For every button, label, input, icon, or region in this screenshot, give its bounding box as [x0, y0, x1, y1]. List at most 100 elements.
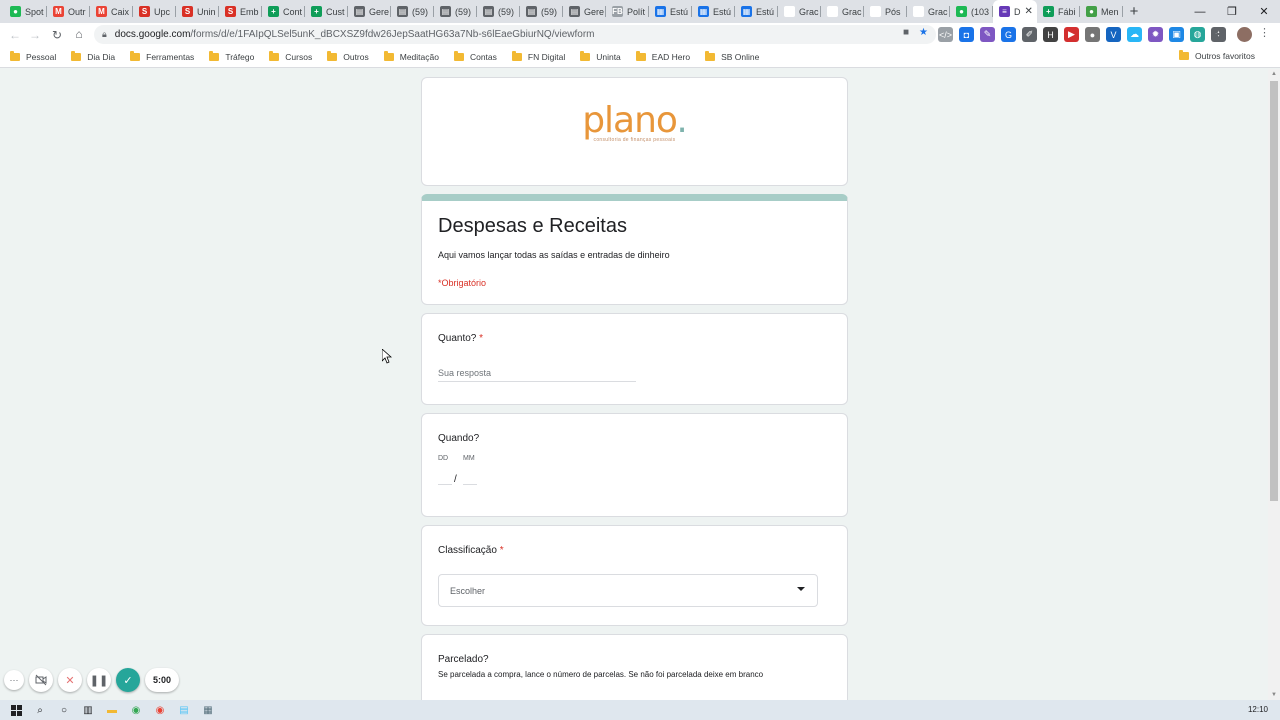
restore-button[interactable]: ❐ — [1216, 0, 1248, 23]
extension-icon[interactable]: ▶ — [1064, 27, 1079, 42]
finish-recording-button[interactable]: ✓ — [116, 668, 140, 692]
browser-tab[interactable]: ▤ Gere — [348, 0, 391, 23]
question-help-text: Se parcelada a compra, lance o número de… — [438, 670, 764, 679]
browser-tab[interactable]: ▤ (59) — [477, 0, 520, 23]
new-tab-button[interactable]: + — [1123, 0, 1145, 23]
browser-tab[interactable]: S Unin — [176, 0, 219, 23]
browser-tab[interactable]: Grac — [821, 0, 864, 23]
browser-tab[interactable]: ● Men — [1080, 0, 1123, 23]
notes-icon[interactable]: ▤ — [172, 700, 196, 720]
bookmark-folder[interactable]: Outros — [327, 50, 369, 62]
extensions-puzzle-icon[interactable]: ✚ — [1213, 27, 1228, 42]
window-controls: — ❐ ✕ — [1184, 0, 1280, 23]
calculator-icon[interactable]: ▦ — [196, 700, 220, 720]
browser-tab[interactable]: ● (103 — [950, 0, 993, 23]
browser-tab[interactable]: ▤ Gere — [563, 0, 606, 23]
cancel-recording-button[interactable]: ✕ — [58, 668, 82, 692]
extension-icon[interactable]: ✎ — [980, 27, 995, 42]
month-input[interactable] — [462, 475, 477, 485]
browser-tab[interactable]: ▤ (59) — [520, 0, 563, 23]
profile-avatar[interactable] — [1237, 27, 1252, 42]
browser-tab[interactable]: ▤ (59) — [391, 0, 434, 23]
extension-icon[interactable]: ● — [1085, 27, 1100, 42]
url-path: /forms/d/e/1FAIpQLSel5unK_dBCXSZ9fdw26Je… — [190, 29, 595, 40]
browser-tab[interactable]: ● Spot — [4, 0, 47, 23]
extension-icon[interactable]: ◍ — [1190, 27, 1205, 42]
back-button[interactable]: ← — [4, 28, 26, 42]
bookmark-folder[interactable]: EAD Hero — [635, 50, 690, 62]
bookmark-star-icon[interactable]: ★ — [919, 27, 928, 38]
extension-icon[interactable]: ◘ — [959, 27, 974, 42]
bookmark-folder[interactable]: SB Online — [705, 50, 759, 62]
folder-icon — [209, 50, 220, 61]
tab-label: Gere — [584, 6, 605, 17]
browser-tab[interactable]: + Cont — [262, 0, 305, 23]
extension-icon[interactable]: V — [1106, 27, 1121, 42]
browser-tab[interactable]: ≡ D ✕ — [993, 0, 1037, 23]
file-explorer-icon[interactable]: ▬ — [100, 700, 124, 720]
bookmark-other-favorites[interactable]: Outros favoritos — [1179, 50, 1255, 61]
extension-icon[interactable]: ▣ — [1169, 27, 1184, 42]
close-window-button[interactable]: ✕ — [1248, 0, 1280, 23]
bookmark-folder[interactable]: Contas — [453, 50, 497, 62]
bookmark-folder[interactable]: Uninta — [580, 50, 621, 62]
browser-tab[interactable]: ▦ Estú — [735, 0, 778, 23]
browser-tab[interactable]: + Cust — [305, 0, 348, 23]
camera-icon[interactable]: ■ — [903, 27, 909, 38]
bookmark-folder[interactable]: Pessoal — [10, 50, 56, 62]
tab-label: Pós — [885, 6, 901, 17]
task-view-icon[interactable]: ▥ — [76, 700, 100, 720]
browser-tab[interactable]: + Fábi — [1037, 0, 1080, 23]
page-scrollbar[interactable]: ▲ ▼ — [1268, 69, 1280, 700]
scrollbar-thumb[interactable] — [1270, 81, 1278, 501]
browser-tab[interactable]: Grac — [907, 0, 950, 23]
extension-icon[interactable]: ✹ — [1148, 27, 1163, 42]
tab-favicon-icon: ▤ — [483, 6, 494, 17]
start-button[interactable] — [4, 700, 28, 720]
reload-button[interactable]: ↻ — [46, 28, 68, 42]
form-header-card: plano. consultoria de finanças pessoais — [421, 77, 848, 186]
extension-icon[interactable]: ✐ — [1022, 27, 1037, 42]
webcam-toggle-button[interactable] — [29, 668, 53, 692]
extension-icon[interactable]: H — [1043, 27, 1058, 42]
browser-tab[interactable]: M Outr — [47, 0, 90, 23]
quanto-answer-input[interactable]: Sua resposta — [438, 368, 636, 382]
browser-tab[interactable]: ▦ Estú — [649, 0, 692, 23]
browser-tab[interactable]: Grac — [778, 0, 821, 23]
extension-icon[interactable]: G — [1001, 27, 1016, 42]
classificacao-dropdown[interactable]: Escolher — [438, 574, 818, 607]
browser-tab[interactable]: Pós — [864, 0, 907, 23]
bookmark-folder[interactable]: Ferramentas — [130, 50, 194, 62]
recording-timer: 5:00 — [145, 668, 180, 692]
browser-tab[interactable]: ▤ (59) — [434, 0, 477, 23]
bookmark-folder[interactable]: Cursos — [269, 50, 312, 62]
scroll-down-icon[interactable]: ▼ — [1271, 692, 1277, 698]
browser-tab[interactable]: S Emb — [219, 0, 262, 23]
tab-favicon-icon: FB — [612, 6, 623, 17]
scroll-up-icon[interactable]: ▲ — [1271, 71, 1277, 77]
menu-kebab-icon[interactable]: ⋮ — [1259, 26, 1270, 39]
browser-tab[interactable]: M Caix — [90, 0, 133, 23]
pause-recording-button[interactable]: ❚❚ — [87, 668, 111, 692]
extension-icon[interactable]: ☁ — [1127, 27, 1142, 42]
home-button[interactable]: ⌂ — [68, 27, 90, 41]
search-icon[interactable]: ⌕ — [28, 700, 52, 720]
close-tab-icon[interactable]: ✕ — [1025, 6, 1033, 17]
browser-tab[interactable]: S Upc — [133, 0, 176, 23]
browser-tab[interactable]: FB Polít — [606, 0, 649, 23]
address-bar[interactable]: 🔒︎ docs.google.com/forms/d/e/1FAIpQLSel5… — [94, 25, 936, 44]
bookmark-folder[interactable]: Meditação — [383, 50, 439, 62]
bookmark-folder[interactable]: Dia Dia — [71, 50, 115, 62]
chrome-icon[interactable]: ◉ — [124, 700, 148, 720]
day-input[interactable] — [438, 475, 452, 485]
forward-button[interactable]: → — [24, 28, 46, 42]
minimize-button[interactable]: — — [1184, 0, 1216, 23]
bookmark-folder[interactable]: FN Digital — [511, 50, 565, 62]
browser-tab[interactable]: ▦ Estú — [692, 0, 735, 23]
extension-icon[interactable]: </> — [938, 27, 953, 42]
chrome-profile-icon[interactable]: ◉ — [148, 700, 172, 720]
bookmark-folder[interactable]: Tráfego — [209, 50, 254, 62]
tab-label: (59) — [455, 6, 472, 17]
more-options-button[interactable]: ··· — [4, 670, 24, 690]
cortana-icon[interactable]: ○ — [52, 700, 76, 720]
